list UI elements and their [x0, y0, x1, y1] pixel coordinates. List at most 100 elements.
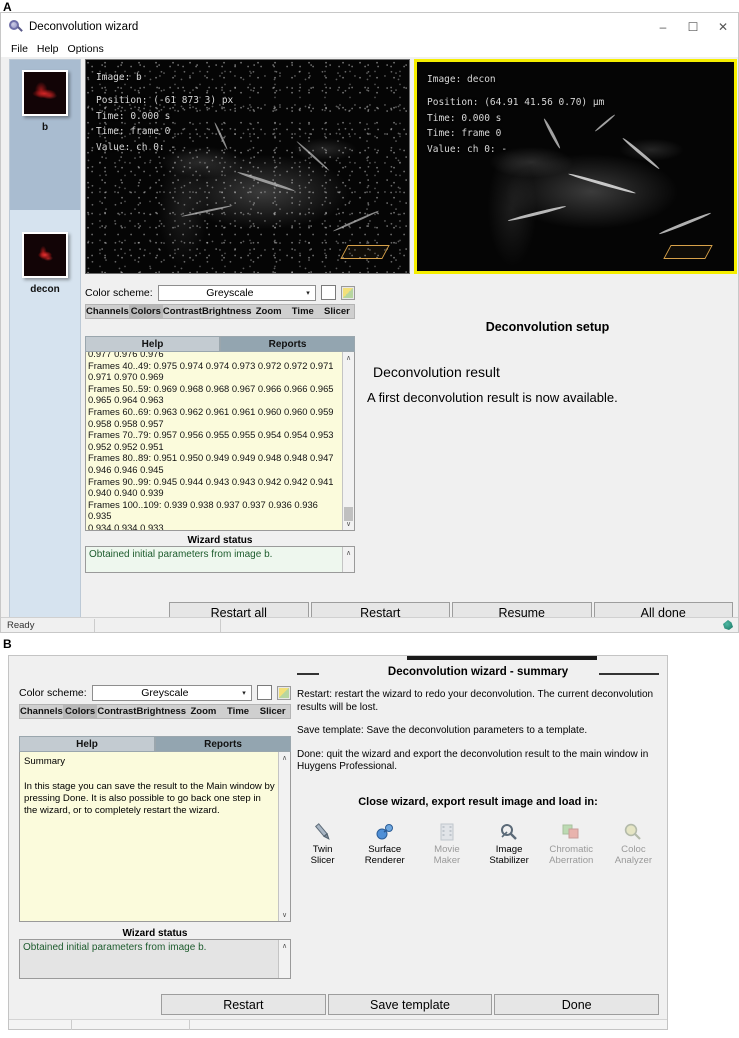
bottom-strip	[9, 1019, 667, 1030]
tab-time-b[interactable]: Time	[221, 705, 256, 718]
tab-channels[interactable]: Channels	[86, 305, 129, 318]
scroll-up-icon[interactable]: ∧	[343, 547, 354, 559]
menu-item-file[interactable]: File	[11, 43, 28, 55]
thumbnail-decon[interactable]	[22, 232, 68, 278]
export-title: Close wizard, export result image and lo…	[358, 795, 598, 808]
title-bar: Deconvolution wizard – ☐ ✕	[1, 13, 738, 41]
wizard-status-scrollbar-b[interactable]: ∧	[278, 940, 290, 978]
tab-reports-b[interactable]: Reports	[155, 736, 291, 752]
scroll-up-icon[interactable]: ∧	[279, 940, 290, 952]
menu-item-options[interactable]: Options	[68, 43, 104, 55]
export-label: Chromatic Aberration	[549, 843, 594, 867]
chevron-down-icon: ▾	[306, 289, 310, 297]
export-label: Coloc Analyzer	[614, 843, 653, 867]
tab-reports[interactable]: Reports	[220, 336, 355, 352]
tab-channels-b[interactable]: Channels	[20, 705, 63, 718]
sidebar-item-decon[interactable]: decon	[10, 210, 80, 360]
coloc-analyzer-icon	[608, 820, 659, 844]
viewer-right-frame: Time: frame 0	[427, 128, 502, 140]
color-swatch-b[interactable]	[257, 685, 272, 700]
tab-help[interactable]: Help	[85, 336, 220, 352]
export-icon-row: Twin Slicer Surface Renderer Movie Maker Im…	[297, 820, 659, 867]
tab-zoom-b[interactable]: Zoom	[186, 705, 221, 718]
wizard-status-title-b: Wizard status	[122, 928, 188, 939]
color-scheme-value: Greyscale	[206, 286, 254, 299]
image-stabilizer-icon	[484, 820, 535, 844]
export-surface-renderer[interactable]: Surface Renderer	[359, 820, 410, 867]
tab-slicer[interactable]: Slicer	[320, 305, 354, 318]
summary-heading: Deconvolution wizard - summary	[387, 666, 569, 678]
thumbnail-b[interactable]	[22, 70, 68, 116]
restart-button-b[interactable]: Restart	[161, 994, 326, 1015]
window-title: Deconvolution wizard	[29, 21, 139, 33]
tab-brightness[interactable]: Brightness	[202, 305, 252, 318]
top-accent-bar	[407, 656, 597, 660]
magnifier-icon	[9, 20, 23, 34]
tab-colors[interactable]: Colors	[128, 305, 163, 318]
summary-left-column: Color scheme: Greyscale ▾ Channels Color…	[19, 684, 291, 979]
menu-item-help[interactable]: Help	[37, 43, 59, 55]
tab-zoom[interactable]: Zoom	[252, 305, 286, 318]
tab-time[interactable]: Time	[286, 305, 320, 318]
tab-slicer-b[interactable]: Slicer	[255, 705, 290, 718]
viewer-left-image-name: Image: b	[96, 72, 142, 83]
tab-brightness-b[interactable]: Brightness	[136, 705, 186, 718]
movie-maker-icon	[421, 820, 472, 844]
done-button[interactable]: Done	[494, 994, 660, 1015]
window-controls: – ☐ ✕	[648, 13, 738, 41]
help-scrollbar-b[interactable]: ∧ ∨	[278, 752, 290, 921]
color-scheme-select-b[interactable]: Greyscale ▾	[91, 684, 252, 701]
viewer-right-decon[interactable]: Image: decon Position: (64.91 41.56 0.70)…	[414, 59, 737, 274]
report-scrollbar[interactable]: ∧ ∨	[342, 352, 354, 530]
setup-paragraph: A first deconvolution result is now avai…	[367, 390, 618, 405]
wizard-status-box: Obtained initial parameters from image b…	[85, 546, 355, 573]
close-icon[interactable]: ✕	[708, 13, 738, 41]
color-scheme-value-b: Greyscale	[141, 686, 189, 699]
export-image-stabilizer[interactable]: Image Stabilizer	[484, 820, 535, 867]
wizard-status-box-b: Obtained initial parameters from image b…	[19, 939, 291, 979]
wizard-status-title: Wizard status	[187, 535, 253, 546]
viewer-right-position: Position: (64.91 41.56 0.70) µm	[427, 97, 605, 109]
color-scheme-row: Color scheme: Greyscale ▾	[85, 284, 355, 301]
wizard-status-scrollbar[interactable]: ∧	[342, 547, 354, 572]
scroll-up-icon[interactable]: ∧	[279, 752, 290, 764]
color-scheme-label-b: Color scheme:	[19, 686, 87, 699]
chevron-down-icon: ▾	[242, 689, 246, 697]
sidebar-item-label-b: b	[41, 122, 49, 133]
viewer-right-overlay: Image: decon Position: (64.91 41.56 0.70)…	[427, 72, 604, 157]
sidebar-item-b[interactable]: b	[10, 60, 80, 210]
summary-paragraph-save-template: Save template: Save the deconvolution pa…	[297, 725, 588, 736]
summary-button-row: Restart Save template Done	[161, 994, 660, 1015]
twin-slicer-icon	[297, 820, 348, 844]
scroll-up-icon[interactable]: ∧	[343, 352, 354, 364]
palette-icon[interactable]	[341, 285, 355, 300]
summary-right-column: Deconvolution wizard - summary Restart: …	[297, 656, 659, 989]
report-panel: 0.977 0.976 0.976 Frames 40..49: 0.975 0…	[85, 352, 355, 531]
color-swatch[interactable]	[321, 285, 336, 300]
palette-icon-b[interactable]	[277, 685, 291, 700]
color-scheme-select[interactable]: Greyscale ▾	[157, 284, 316, 301]
export-coloc-analyzer: Coloc Analyzer	[608, 820, 659, 867]
save-template-button[interactable]: Save template	[327, 994, 493, 1015]
scroll-down-icon[interactable]: ∨	[279, 909, 290, 921]
viewer-right-value: Value: ch 0: -	[427, 143, 508, 155]
tab-colors-b[interactable]: Colors	[62, 705, 98, 718]
viewer-left-value: Value: ch 0: -	[96, 141, 177, 153]
image-viewers: Image: b Position: (-61 873 3) px Time: 0…	[85, 59, 738, 274]
minimize-icon[interactable]: –	[648, 13, 678, 41]
setup-panel: Deconvolution setup Deconvolution result…	[361, 284, 734, 405]
tab-contrast-b[interactable]: Contrast	[97, 705, 136, 718]
status-bar: Ready	[1, 617, 738, 632]
tab-contrast[interactable]: Contrast	[163, 305, 202, 318]
maximize-icon[interactable]: ☐	[678, 13, 708, 41]
tab-help-b[interactable]: Help	[19, 736, 155, 752]
export-twin-slicer[interactable]: Twin Slicer	[297, 820, 348, 867]
viewer-left-raw[interactable]: Image: b Position: (-61 873 3) px Time: 0…	[85, 59, 410, 274]
help-body-b: In this stage you can save the result to…	[24, 781, 275, 816]
wizard-status-text: Obtained initial parameters from image b…	[89, 549, 273, 560]
view-controls-column: Color scheme: Greyscale ▾ Channels Color…	[85, 284, 355, 573]
color-scheme-label: Color scheme:	[85, 286, 153, 299]
roi-marker-decon	[663, 245, 713, 259]
scroll-down-icon[interactable]: ∨	[343, 518, 354, 530]
export-label: Twin Slicer	[310, 843, 335, 867]
